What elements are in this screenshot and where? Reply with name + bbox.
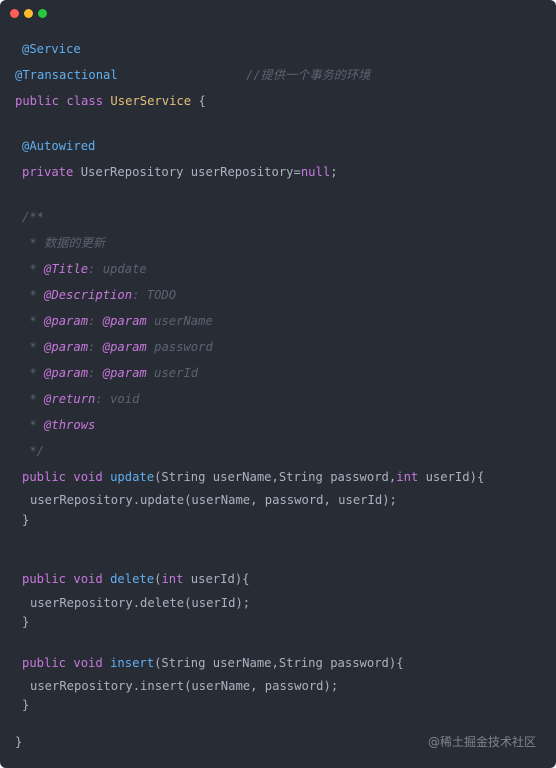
code-line: * @param: @param userName xyxy=(22,313,213,329)
javadoc-tag-param: @param xyxy=(102,314,147,328)
code-line: public void delete(int userId){ xyxy=(22,571,250,587)
javadoc-star: * xyxy=(22,262,45,276)
javadoc-param-username: userName xyxy=(146,314,213,328)
javadoc-tag-throws: @throws xyxy=(44,418,96,432)
javadoc-title-value: : update xyxy=(88,262,147,276)
close-window-dot[interactable] xyxy=(10,9,19,18)
watermark: @稀土掘金技术社区 xyxy=(427,735,536,749)
javadoc-tag-description: @Description xyxy=(44,288,133,302)
code-line: userRepository.update(userName, password… xyxy=(30,492,397,508)
code-line: } xyxy=(22,697,29,713)
javadoc-tag-return: @return xyxy=(44,392,96,406)
params: (String userName,String password, xyxy=(154,470,397,484)
javadoc-star: * xyxy=(22,314,45,328)
method-insert: insert xyxy=(110,656,155,670)
javadoc-tag-param: @param xyxy=(102,366,147,380)
javadoc-description-value: : TODO xyxy=(132,288,177,302)
javadoc-separator: : xyxy=(88,314,103,328)
annotation-service: @Service xyxy=(22,42,81,56)
code-line: @Autowired xyxy=(22,138,95,154)
javadoc-star: * xyxy=(22,288,45,302)
update-body: userRepository.update(userName, password… xyxy=(30,493,397,507)
code-line: @Transactional xyxy=(15,67,118,83)
code-line: @Service xyxy=(22,41,81,57)
delete-body: userRepository.delete(userId); xyxy=(30,596,251,610)
javadoc-tag-param: @param xyxy=(44,314,89,328)
keyword-private: private xyxy=(22,165,81,179)
brace-close: } xyxy=(22,615,30,629)
keyword-public-void: public void xyxy=(22,656,111,670)
javadoc-star: * xyxy=(22,418,45,432)
maximize-window-dot[interactable] xyxy=(38,9,47,18)
keyword-int: int xyxy=(161,572,184,586)
field-declaration: UserRepository userRepository= xyxy=(80,165,301,179)
code-line: } xyxy=(22,512,29,528)
javadoc-description: * 数据的更新 xyxy=(22,236,105,250)
keyword-null: null xyxy=(300,165,331,179)
javadoc-tag-param: @param xyxy=(102,340,147,354)
keyword-public-void: public void xyxy=(22,470,111,484)
code-line: public class UserService { xyxy=(15,93,206,109)
code-line: public void insert(String userName,Strin… xyxy=(22,655,404,671)
javadoc-tag-param: @param xyxy=(44,366,89,380)
javadoc-open: /** xyxy=(22,210,45,224)
class-name: UserService xyxy=(110,94,192,108)
javadoc-separator: : xyxy=(88,340,103,354)
code-line: * @Title: update xyxy=(22,261,147,277)
code-line: private UserRepository userRepository=nu… xyxy=(22,164,338,180)
javadoc-close: */ xyxy=(22,444,45,458)
keyword-public-class: public class xyxy=(15,94,111,108)
brace-close: } xyxy=(22,698,30,712)
javadoc-star: * xyxy=(22,366,45,380)
method-delete: delete xyxy=(110,572,155,586)
minimize-window-dot[interactable] xyxy=(24,9,33,18)
code-window: @Service @Transactional //提供一个事务的环境 publ… xyxy=(0,0,556,768)
javadoc-param-userid: userId xyxy=(146,366,199,380)
javadoc-star: * xyxy=(22,340,45,354)
javadoc-return-value: : void xyxy=(95,392,140,406)
keyword-int: int xyxy=(396,470,419,484)
insert-body: userRepository.insert(userName, password… xyxy=(30,679,339,693)
code-line: */ xyxy=(22,443,44,459)
annotation-autowired: @Autowired xyxy=(22,139,96,153)
code-line: * @param: @param userId xyxy=(22,365,198,381)
brace: { xyxy=(191,94,206,108)
class-close-brace: } xyxy=(15,735,23,749)
javadoc-tag-param: @param xyxy=(44,340,89,354)
semicolon: ; xyxy=(330,165,338,179)
annotation-transactional: @Transactional xyxy=(15,68,118,82)
window-titlebar xyxy=(0,0,556,28)
code-line: public void update(String userName,Strin… xyxy=(22,469,484,485)
params: (String userName,String password){ xyxy=(154,656,404,670)
code-line: } xyxy=(15,734,22,750)
code-line: //提供一个事务的环境 xyxy=(246,67,370,83)
code-line: userRepository.insert(userName, password… xyxy=(30,678,338,694)
brace-close: } xyxy=(22,513,30,527)
code-line: * 数据的更新 xyxy=(22,235,105,251)
params: userId){ xyxy=(183,572,250,586)
comment-transaction: //提供一个事务的环境 xyxy=(246,68,371,82)
code-line: * @Description: TODO xyxy=(22,287,176,303)
params: userId){ xyxy=(418,470,485,484)
javadoc-star: * xyxy=(22,392,45,406)
code-line: * @param: @param password xyxy=(22,339,213,355)
code-line: /** xyxy=(22,209,44,225)
javadoc-tag-title: @Title xyxy=(44,262,89,276)
code-line: * @throws xyxy=(22,417,95,433)
keyword-public-void: public void xyxy=(22,572,111,586)
code-line: } xyxy=(22,614,29,630)
code-line: * @return: void xyxy=(22,391,139,407)
javadoc-separator: : xyxy=(88,366,103,380)
javadoc-param-password: password xyxy=(146,340,213,354)
method-update: update xyxy=(110,470,155,484)
code-line: userRepository.delete(userId); xyxy=(30,595,250,611)
